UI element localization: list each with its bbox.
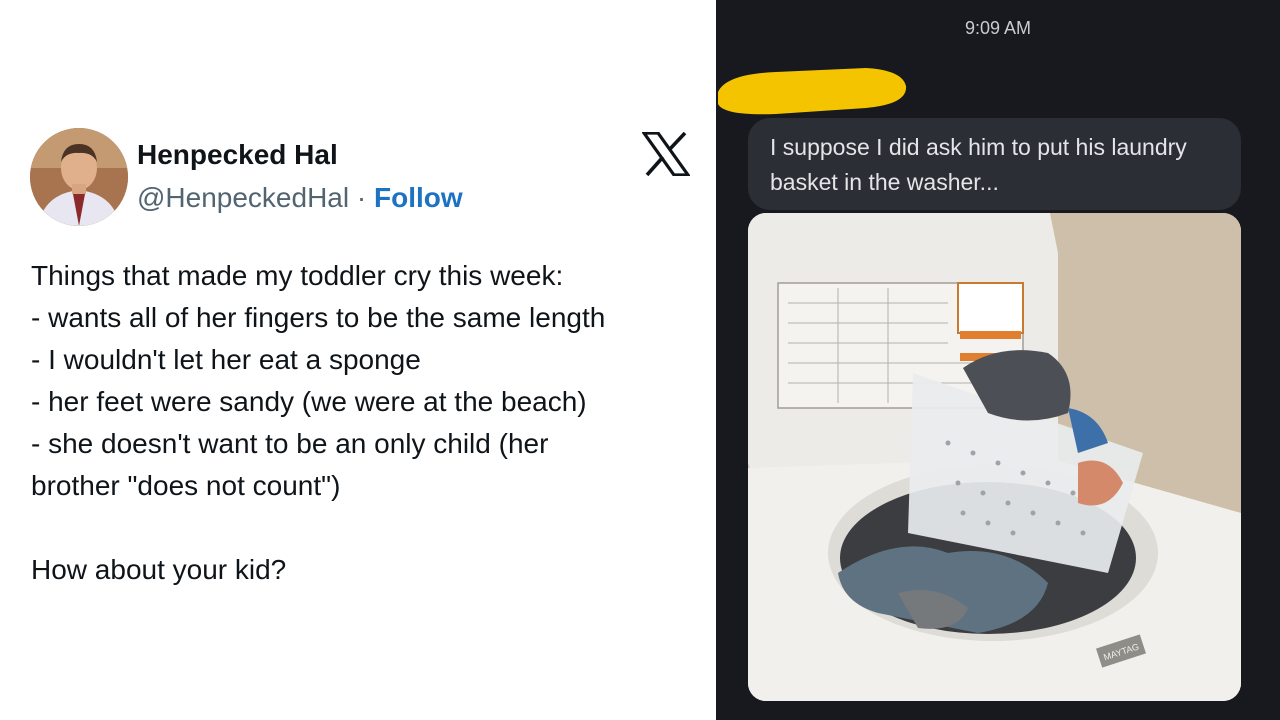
author-handle-row: @HenpeckedHal · Follow: [137, 182, 463, 214]
follow-button[interactable]: Follow: [374, 182, 463, 213]
author-avatar[interactable]: [30, 128, 128, 226]
message-photo[interactable]: MAYTAG: [748, 213, 1241, 701]
status-time: 9:09 AM: [964, 18, 1032, 38]
tweet-line: - wants all of her fingers to be the sam…: [31, 302, 606, 333]
tweet-line: Things that made my toddler cry this wee…: [31, 260, 564, 291]
redaction-mark: [718, 68, 907, 115]
handle-separator: ·: [356, 182, 367, 213]
tweet-closing-line: How about your kid?: [31, 554, 287, 585]
tweet-line: - she doesn't want to be an only child (…: [31, 428, 549, 459]
tweet-text: Things that made my toddler cry this wee…: [31, 255, 691, 591]
message-bubble[interactable]: I suppose I did ask him to put his laund…: [748, 118, 1241, 210]
tweet-card: Henpecked Hal @HenpeckedHal · Follow Thi…: [0, 0, 716, 720]
x-logo-icon[interactable]: [640, 131, 692, 177]
tweet-line: - her feet were sandy (we were at the be…: [31, 386, 587, 417]
author-name[interactable]: Henpecked Hal: [137, 139, 338, 171]
author-handle[interactable]: @HenpeckedHal: [137, 182, 349, 213]
tweet-line: - I wouldn't let her eat a sponge: [31, 344, 421, 375]
tweet-line: brother "does not count"): [31, 470, 341, 501]
chat-screenshot: 9:09 AM I suppose I did ask him to put h…: [716, 0, 1280, 720]
